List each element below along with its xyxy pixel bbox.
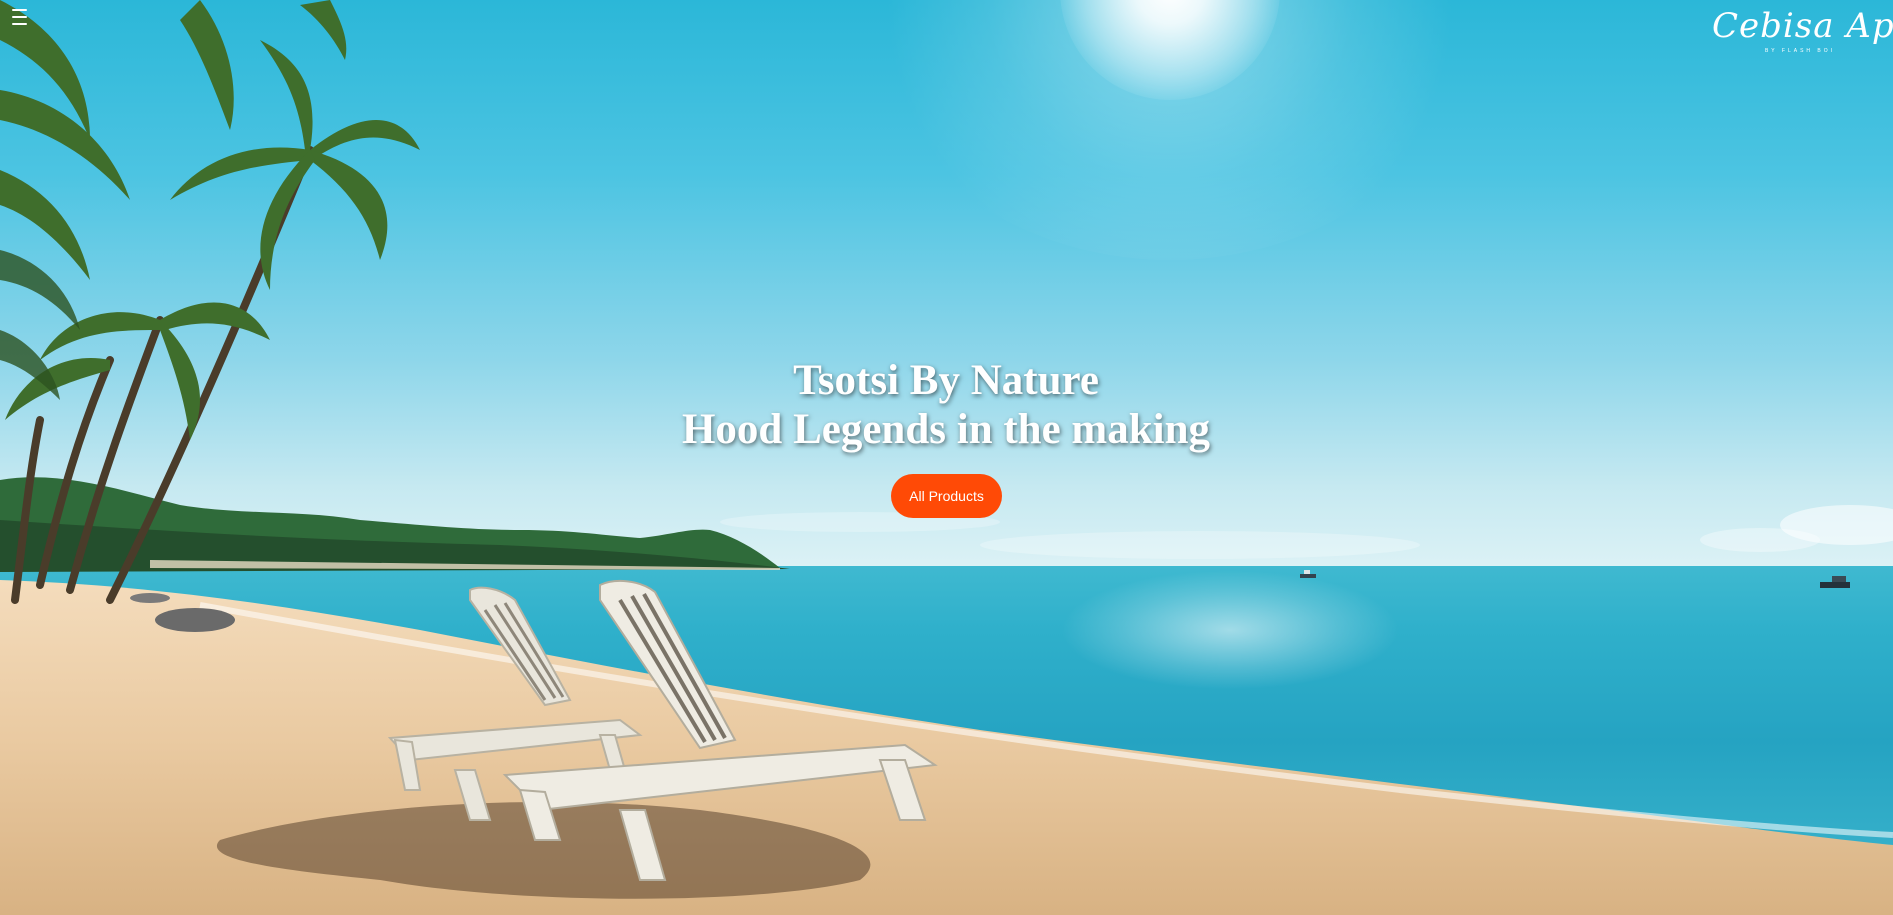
hero-headline: Tsotsi By Nature Hood Legends in the mak… — [646, 356, 1246, 454]
site-logo[interactable]: Cebisa Apparel BY FLASH BOI — [1712, 0, 1893, 66]
menu-bar-2 — [12, 16, 27, 18]
hero-section: Cebisa Apparel BY FLASH BOI Tsotsi By Na… — [0, 0, 1893, 915]
hamburger-menu-icon[interactable] — [12, 8, 32, 26]
menu-bar-3 — [12, 23, 27, 25]
headline-line-2: Hood Legends in the making — [681, 406, 1211, 453]
all-products-button[interactable]: All Products — [891, 474, 1002, 518]
headline-line-1: Tsotsi By Nature — [793, 357, 1099, 404]
menu-bar-1 — [12, 9, 27, 11]
palm-trees — [0, 0, 420, 604]
logo-text: Cebisa Apparel — [1712, 6, 1893, 46]
